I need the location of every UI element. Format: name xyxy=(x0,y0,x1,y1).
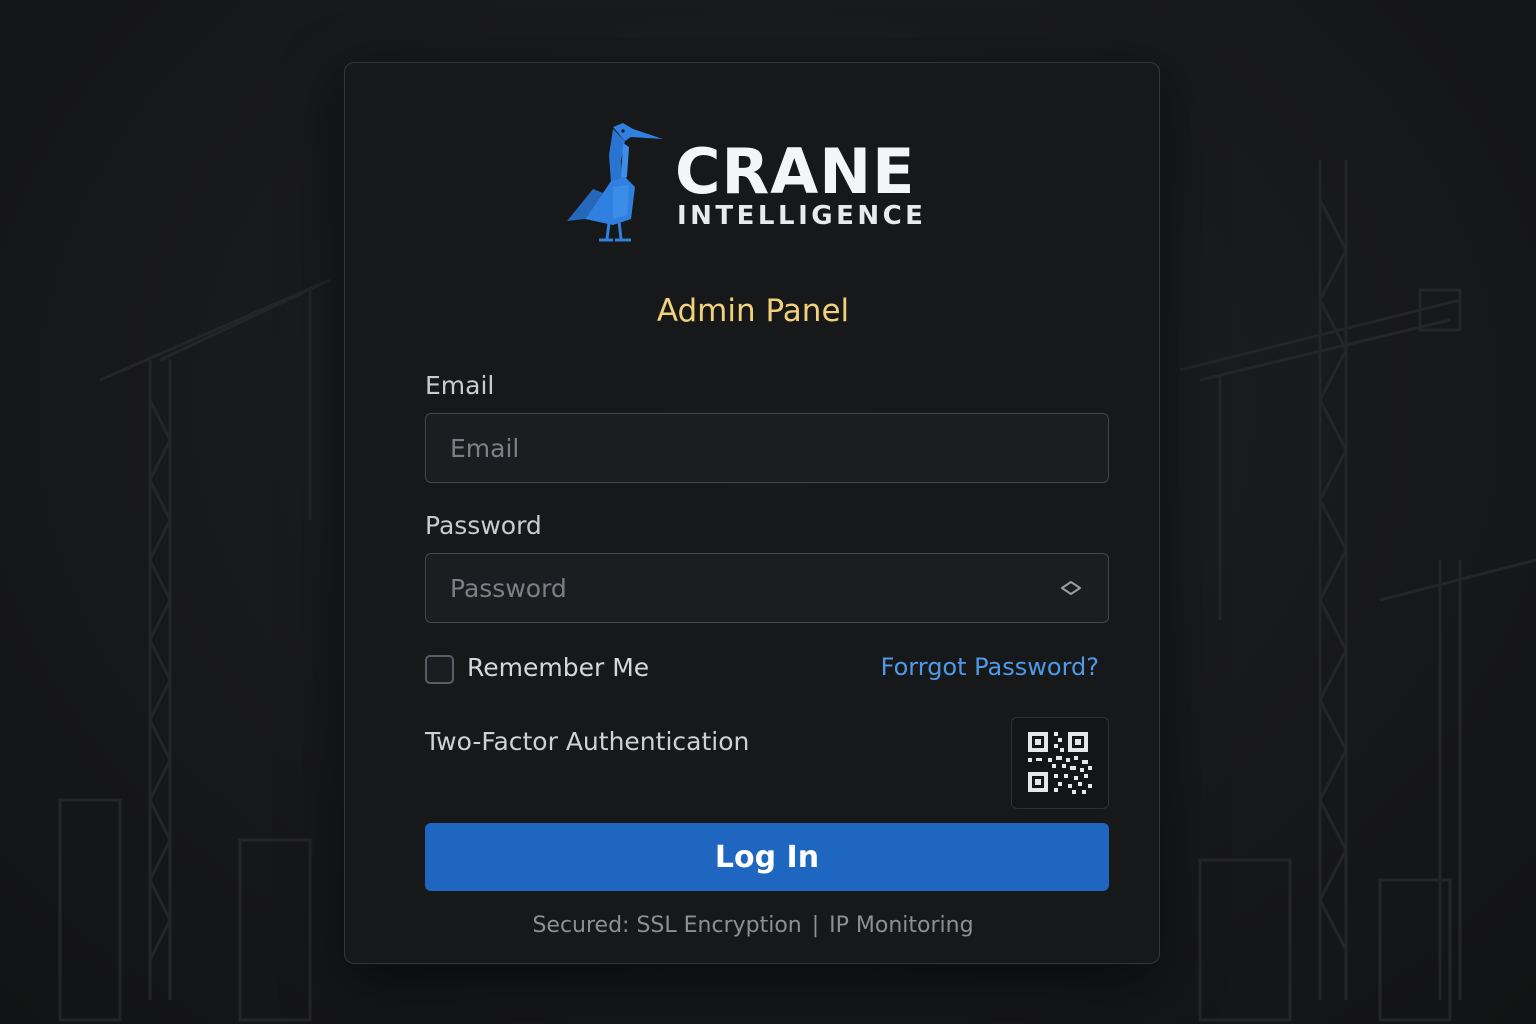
remember-me[interactable]: Remember Me xyxy=(425,653,725,685)
ssl-note: Secured: SSL Encryption xyxy=(532,913,802,938)
brand-subtitle: INTELLIGENCE xyxy=(677,201,927,231)
email-field[interactable] xyxy=(426,414,1108,482)
two-factor-qr[interactable] xyxy=(1011,717,1109,809)
password-label: Password xyxy=(425,511,542,540)
password-field[interactable] xyxy=(426,554,1108,622)
qr-code-icon xyxy=(1028,732,1092,794)
security-footer: Secured: SSL Encryption | IP Monitoring xyxy=(345,913,1161,938)
password-field-container xyxy=(425,553,1109,623)
page-title: Admin Panel xyxy=(656,293,850,329)
two-factor-label: Two-Factor Authentication xyxy=(425,727,750,756)
forgot-password-link[interactable]: Forrgot Password? xyxy=(881,653,1099,681)
email-field-container xyxy=(425,413,1109,483)
footer-separator: | xyxy=(811,913,820,938)
brand-name: CRANE xyxy=(675,135,916,208)
ip-monitoring-note: IP Monitoring xyxy=(829,913,974,938)
login-button[interactable]: Log In xyxy=(425,823,1109,891)
eye-toggle-icon[interactable] xyxy=(1060,580,1082,596)
remember-me-label[interactable]: Remember Me xyxy=(467,653,649,682)
brand-logo: CRANE INTELLIGENCE xyxy=(563,121,923,245)
remember-me-checkbox[interactable] xyxy=(425,655,454,684)
crane-bird-icon xyxy=(567,123,663,242)
login-card: CRANE INTELLIGENCE Admin Panel Email Pas… xyxy=(344,62,1160,964)
email-label: Email xyxy=(425,371,495,400)
